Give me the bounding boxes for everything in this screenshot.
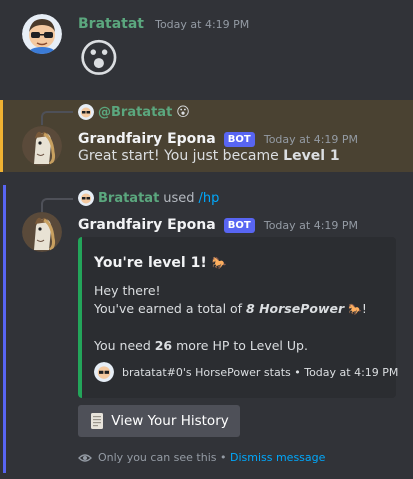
eye-icon xyxy=(78,453,92,463)
view-history-label: View Your History xyxy=(111,413,229,429)
embed-footer: bratatat#0's HorsePower stats • Today at… xyxy=(94,362,398,382)
needed-prefix: You need xyxy=(94,338,155,353)
total-suffix: ! xyxy=(361,301,367,316)
interaction-user[interactable]: Bratatat xyxy=(98,191,159,206)
epona-username[interactable]: Grandfairy Epona xyxy=(78,217,216,233)
bot-tag: BOT xyxy=(223,218,255,233)
epona-username[interactable]: Grandfairy Epona xyxy=(78,131,216,147)
ephemeral-note: Only you can see this • Dismiss message xyxy=(78,451,325,464)
shocked-emoji: 😮 xyxy=(78,36,120,82)
horse-emoji: 🐎 xyxy=(211,256,227,270)
message-timestamp: Today at 4:19 PM xyxy=(263,133,359,146)
embed-description: Hey there! You've earned a total of 8 Ho… xyxy=(94,282,367,355)
reply-spine xyxy=(41,111,73,125)
command-name[interactable]: /hp xyxy=(199,191,220,206)
embed-total-line: You've earned a total of 8 HorsePower 🐎! xyxy=(94,300,367,319)
footer-avatar xyxy=(94,362,114,382)
bot-tag: BOT xyxy=(223,132,255,147)
epona-avatar[interactable] xyxy=(22,126,62,166)
epona-avatar[interactable] xyxy=(22,212,62,252)
embed-title-text: You're level 1! xyxy=(94,255,207,271)
scroll-icon xyxy=(89,412,105,430)
dismiss-link[interactable]: Dismiss message xyxy=(230,451,325,464)
total-prefix: You've earned a total of xyxy=(94,301,247,316)
footer-text: bratatat#0's HorsePower stats • Today at… xyxy=(122,365,399,379)
horse-emoji: 🐎 xyxy=(348,303,362,316)
message-timestamp: Today at 4:19 PM xyxy=(263,219,359,232)
reply-avatar xyxy=(78,104,94,120)
interaction-verb: used xyxy=(163,190,195,206)
reply-spine xyxy=(41,198,73,212)
needed-suffix: more HP to Level Up. xyxy=(172,338,308,353)
hp-embed: You're level 1! 🐎 Hey there! You've earn… xyxy=(78,237,398,398)
embed-greeting: Hey there! xyxy=(94,283,161,298)
interaction-avatar xyxy=(78,190,94,206)
level-up-text: Great start! You just became xyxy=(78,148,284,164)
bratatat-username[interactable]: Bratatat xyxy=(78,16,144,32)
ephemeral-text: Only you can see this • xyxy=(98,451,230,464)
ephemeral-bar xyxy=(3,185,6,473)
reply-emoji: 😮 xyxy=(176,104,190,120)
reply-mention[interactable]: @Bratatat xyxy=(98,105,172,120)
mention-bar xyxy=(0,100,3,172)
embed-title: You're level 1! 🐎 xyxy=(94,255,227,271)
horsepower-total: 8 HorsePower xyxy=(246,301,345,316)
level-up-message: Great start! You just became Level 1 xyxy=(78,148,340,164)
embed-needed-line: You need 26 more HP to Level Up. xyxy=(94,337,367,355)
level-value: Level 1 xyxy=(283,148,340,164)
view-history-button[interactable]: View Your History xyxy=(78,405,240,437)
message-timestamp: Today at 4:19 PM xyxy=(155,18,250,31)
bratatat-avatar[interactable] xyxy=(22,14,62,54)
hp-needed: 26 xyxy=(154,338,173,353)
